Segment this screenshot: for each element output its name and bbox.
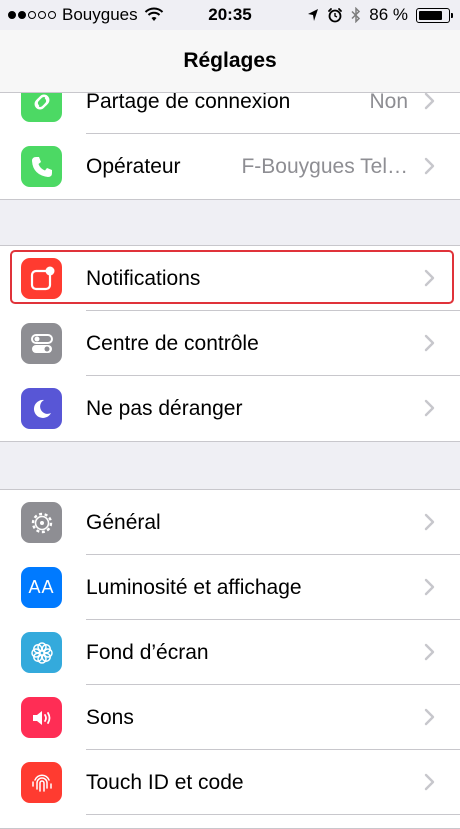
row-label: Opérateur	[86, 155, 181, 178]
row-control-center[interactable]: Centre de contrôle	[0, 311, 460, 376]
battery-icon	[416, 7, 453, 23]
battery-fill	[419, 10, 442, 20]
location-arrow-icon	[308, 9, 319, 21]
row-wallpaper[interactable]: Fond d’écran	[0, 620, 460, 685]
row-general[interactable]: Général	[0, 490, 460, 555]
page-title: Réglages	[183, 49, 277, 72]
row-sounds[interactable]: Sons	[0, 685, 460, 750]
chevron-right-icon	[424, 773, 435, 791]
row-touch-id[interactable]: Touch ID et code	[0, 750, 460, 815]
row-label: Fond d’écran	[86, 641, 209, 664]
chevron-right-icon	[424, 578, 435, 596]
row-label: Luminosité et affichage	[86, 576, 302, 599]
row-display[interactable]: AA Luminosité et affichage	[0, 555, 460, 620]
row-label: Centre de contrôle	[86, 332, 259, 355]
display-icon: AA	[21, 567, 62, 608]
notifications-highlight-outline	[10, 250, 454, 304]
speaker-icon	[21, 697, 62, 738]
row-value: F-Bouygues Tel…	[241, 155, 408, 178]
fingerprint-icon	[21, 762, 62, 803]
navigation-bar: Réglages	[0, 30, 460, 93]
chevron-right-icon	[424, 513, 435, 531]
battery-percent: 86 %	[369, 5, 408, 24]
chevron-right-icon	[424, 708, 435, 726]
status-bar: Bouygues 20:35 86 %	[0, 0, 460, 30]
row-label: Touch ID et code	[86, 771, 244, 794]
row-operator[interactable]: Opérateur F-Bouygues Tel…	[0, 134, 460, 199]
status-right: 86 %	[307, 5, 453, 25]
row-do-not-disturb[interactable]: Ne pas déranger	[0, 376, 460, 441]
phone-icon	[21, 146, 62, 187]
gear-icon	[21, 502, 62, 543]
chevron-right-icon	[424, 643, 435, 661]
row-separator	[86, 814, 460, 815]
row-label: Général	[86, 511, 161, 534]
settings-group-general: Général AA Luminosité et affichage Fond …	[0, 489, 460, 829]
control-center-icon	[21, 323, 62, 364]
moon-icon	[21, 388, 62, 429]
settings-list: Partage de connexion Non Opérateur F-Bou…	[0, 0, 460, 829]
row-label: Ne pas déranger	[86, 397, 243, 420]
alarm-icon	[328, 8, 343, 23]
wallpaper-icon	[21, 632, 62, 673]
display-icon-glyph: AA	[28, 577, 55, 597]
row-label: Sons	[86, 706, 134, 729]
chevron-right-icon	[424, 92, 435, 110]
chevron-right-icon	[424, 157, 435, 175]
chevron-right-icon	[424, 399, 435, 417]
chevron-right-icon	[424, 334, 435, 352]
bluetooth-icon	[351, 7, 361, 23]
